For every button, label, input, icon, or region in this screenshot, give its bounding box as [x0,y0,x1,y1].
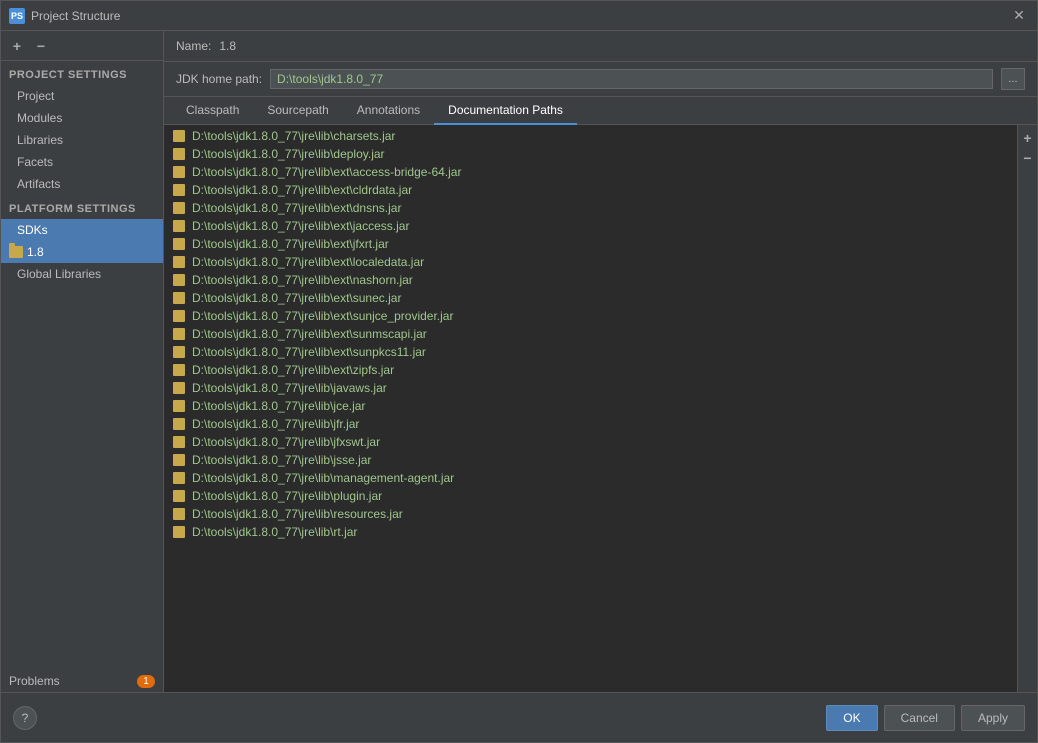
bottom-bar: ? OK Cancel Apply [1,692,1037,742]
sidebar: + − Project Settings Project Modules Lib… [1,31,164,692]
list-item[interactable]: D:\tools\jdk1.8.0_77\jre\lib\jsse.jar [164,451,1017,469]
file-list-container: D:\tools\jdk1.8.0_77\jre\lib\charsets.ja… [164,125,1037,692]
jar-icon [172,273,186,287]
app-icon: PS [9,8,25,24]
browse-button[interactable]: ... [1001,68,1025,90]
title-bar-left: PS Project Structure [9,8,120,24]
help-button[interactable]: ? [13,706,37,730]
apply-button[interactable]: Apply [961,705,1025,731]
sdk-tree-item[interactable]: 1.8 [1,241,163,263]
name-value: 1.8 [219,39,236,53]
list-item[interactable]: D:\tools\jdk1.8.0_77\jre\lib\ext\sunec.j… [164,289,1017,307]
sidebar-item-sdks[interactable]: SDKs [1,219,163,241]
tab-sourcepath[interactable]: Sourcepath [253,97,342,125]
jar-icon [172,165,186,179]
cancel-button[interactable]: Cancel [884,705,955,731]
sidebar-item-artifacts[interactable]: Artifacts [1,173,163,195]
add-path-button[interactable]: + [1019,129,1037,147]
content-area: + − Project Settings Project Modules Lib… [1,31,1037,692]
tab-annotations[interactable]: Annotations [343,97,434,125]
list-item[interactable]: D:\tools\jdk1.8.0_77\jre\lib\jfr.jar [164,415,1017,433]
tab-documentation-paths[interactable]: Documentation Paths [434,97,577,125]
jar-icon [172,309,186,323]
list-item[interactable]: D:\tools\jdk1.8.0_77\jre\lib\ext\sunjce_… [164,307,1017,325]
jar-icon [172,525,186,539]
jar-icon [172,453,186,467]
name-label: Name: [176,39,211,53]
close-button[interactable]: ✕ [1009,6,1029,26]
jar-icon [172,345,186,359]
list-item[interactable]: D:\tools\jdk1.8.0_77\jre\lib\charsets.ja… [164,127,1017,145]
list-item[interactable]: D:\tools\jdk1.8.0_77\jre\lib\ext\jfxrt.j… [164,235,1017,253]
action-buttons: OK Cancel Apply [826,705,1025,731]
remove-path-button[interactable]: − [1019,149,1037,167]
sidebar-toolbar: + − [1,31,163,61]
sidebar-add-button[interactable]: + [7,36,27,56]
list-item[interactable]: D:\tools\jdk1.8.0_77\jre\lib\ext\cldrdat… [164,181,1017,199]
list-item[interactable]: D:\tools\jdk1.8.0_77\jre\lib\ext\sunpkcs… [164,343,1017,361]
sidebar-item-modules[interactable]: Modules [1,107,163,129]
jar-icon [172,507,186,521]
list-item[interactable]: D:\tools\jdk1.8.0_77\jre\lib\plugin.jar [164,487,1017,505]
title-bar: PS Project Structure ✕ [1,1,1037,31]
list-item[interactable]: D:\tools\jdk1.8.0_77\jre\lib\ext\zipfs.j… [164,361,1017,379]
jar-icon [172,399,186,413]
name-row: Name: 1.8 [164,31,1037,62]
jar-icon [172,435,186,449]
list-item[interactable]: D:\tools\jdk1.8.0_77\jre\lib\ext\jaccess… [164,217,1017,235]
list-item[interactable]: D:\tools\jdk1.8.0_77\jre\lib\rt.jar [164,523,1017,541]
jar-icon [172,129,186,143]
list-item[interactable]: D:\tools\jdk1.8.0_77\jre\lib\ext\sunmsca… [164,325,1017,343]
problems-label: Problems [9,674,60,688]
project-settings-header: Project Settings [1,61,163,85]
sidebar-item-problems[interactable]: Problems 1 [1,670,163,692]
list-item[interactable]: D:\tools\jdk1.8.0_77\jre\lib\ext\dnsns.j… [164,199,1017,217]
sidebar-remove-button[interactable]: − [31,36,51,56]
project-structure-window: PS Project Structure ✕ + − Project Setti… [0,0,1038,743]
ok-button[interactable]: OK [826,705,877,731]
jar-icon [172,237,186,251]
list-item[interactable]: D:\tools\jdk1.8.0_77\jre\lib\ext\nashorn… [164,271,1017,289]
jar-icon [172,381,186,395]
jdk-path-input[interactable] [270,69,993,89]
sidebar-item-libraries[interactable]: Libraries [1,129,163,151]
platform-settings-header: Platform Settings [1,195,163,219]
list-item[interactable]: D:\tools\jdk1.8.0_77\jre\lib\management-… [164,469,1017,487]
list-item[interactable]: D:\tools\jdk1.8.0_77\jre\lib\resources.j… [164,505,1017,523]
list-item[interactable]: D:\tools\jdk1.8.0_77\jre\lib\javaws.jar [164,379,1017,397]
list-item[interactable]: D:\tools\jdk1.8.0_77\jre\lib\jfxswt.jar [164,433,1017,451]
window-title: Project Structure [31,9,120,23]
tabs-bar: Classpath Sourcepath Annotations Documen… [164,97,1037,125]
jar-icon [172,201,186,215]
list-item[interactable]: D:\tools\jdk1.8.0_77\jre\lib\ext\localed… [164,253,1017,271]
jar-icon [172,147,186,161]
jar-icon [172,489,186,503]
jar-icon [172,291,186,305]
jar-icon [172,183,186,197]
tab-classpath[interactable]: Classpath [172,97,253,125]
sidebar-item-facets[interactable]: Facets [1,151,163,173]
list-item[interactable]: D:\tools\jdk1.8.0_77\jre\lib\jce.jar [164,397,1017,415]
jar-icon [172,327,186,341]
file-list[interactable]: D:\tools\jdk1.8.0_77\jre\lib\charsets.ja… [164,125,1017,692]
sidebar-item-project[interactable]: Project [1,85,163,107]
jar-icon [172,219,186,233]
jdk-path-row: JDK home path: ... [164,62,1037,97]
list-item[interactable]: D:\tools\jdk1.8.0_77\jre\lib\ext\access-… [164,163,1017,181]
jar-icon [172,471,186,485]
sdk-folder-icon [9,246,23,258]
problems-badge: 1 [137,675,155,688]
side-actions: + − [1017,125,1037,692]
jdk-label: JDK home path: [176,72,262,86]
main-panel: Name: 1.8 JDK home path: ... Classpath S… [164,31,1037,692]
sidebar-item-global-libraries[interactable]: Global Libraries [1,263,163,285]
jar-icon [172,255,186,269]
jar-icon [172,417,186,431]
jar-icon [172,363,186,377]
list-item[interactable]: D:\tools\jdk1.8.0_77\jre\lib\deploy.jar [164,145,1017,163]
